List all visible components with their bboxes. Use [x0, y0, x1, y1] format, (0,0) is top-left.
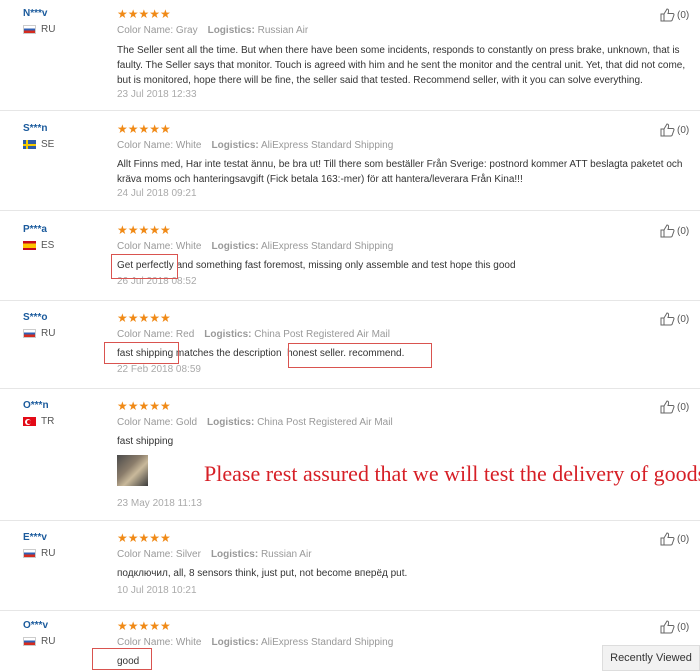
- flag-russia-icon: [23, 549, 36, 558]
- reviewer-name[interactable]: S***o: [23, 312, 47, 323]
- order-info: Color Name: Gray Logistics: Russian Air: [117, 25, 309, 36]
- thumbs-up-icon: [660, 123, 675, 137]
- review-date: 10 Jul 2018 10:21: [117, 585, 197, 596]
- helpful-button[interactable]: (0): [660, 123, 689, 137]
- reviewer-country: TR: [23, 416, 54, 427]
- thumbs-up-icon: [660, 312, 675, 326]
- rating-stars: ★★★★★: [117, 399, 171, 413]
- reviewer-name[interactable]: O***v: [23, 620, 48, 631]
- helpful-button[interactable]: (0): [660, 532, 689, 546]
- highlight-box: [111, 254, 178, 279]
- flag-russia-icon: [23, 25, 36, 34]
- reviewer-country: SE: [23, 139, 54, 150]
- review-text: Allt Finns med, Har inte testat ännu, be…: [117, 159, 683, 185]
- rating-stars: ★★★★★: [117, 531, 171, 545]
- review-text: The Seller sent all the time. But when t…: [117, 45, 686, 86]
- flag-spain-icon: [23, 241, 36, 250]
- order-info: Color Name: White Logistics: AliExpress S…: [117, 637, 394, 648]
- reviewer-country: RU: [23, 24, 55, 35]
- reviewer-name[interactable]: O***n: [23, 400, 49, 411]
- order-info: Color Name: Red Logistics: China Post Reg…: [117, 329, 390, 340]
- highlight-box: [92, 648, 152, 670]
- review-text: fast shipping: [117, 436, 174, 447]
- review-text: Get perfectly and something fast foremos…: [117, 260, 516, 271]
- thumbs-up-icon: [660, 8, 675, 22]
- order-info: Color Name: Silver Logistics: Russian Air: [117, 549, 312, 560]
- review-item: E***v RU ★★★★★ Color Name: Silver Logisti…: [0, 520, 700, 611]
- review-date: 24 Jul 2018 09:21: [117, 188, 197, 199]
- highlight-box: [104, 342, 179, 364]
- helpful-button[interactable]: (0): [660, 8, 689, 22]
- order-info: Color Name: Gold Logistics: China Post Re…: [117, 417, 393, 428]
- helpful-button[interactable]: (0): [660, 620, 689, 634]
- reviewer-country: RU: [23, 328, 55, 339]
- rating-stars: ★★★★★: [117, 7, 171, 21]
- recently-viewed-button[interactable]: Recently Viewed: [602, 645, 700, 671]
- rating-stars: ★★★★★: [117, 619, 171, 633]
- reviewer-name[interactable]: E***v: [23, 532, 47, 543]
- review-date: 23 Jul 2018 12:33: [117, 89, 197, 100]
- flag-sweden-icon: [23, 140, 36, 149]
- rating-stars: ★★★★★: [117, 311, 171, 325]
- review-item: N***v RU ★★★★★ Color Name: Gray Logistics…: [0, 0, 700, 111]
- review-item: S***n SE ★★★★★ Color Name: White Logistic…: [0, 110, 700, 211]
- thumbs-up-icon: [660, 400, 675, 414]
- helpful-button[interactable]: (0): [660, 312, 689, 326]
- review-date: 23 May 2018 11:13: [117, 498, 202, 509]
- review-date: 22 Feb 2018 08:59: [117, 364, 201, 375]
- reviewer-country: RU: [23, 548, 55, 559]
- review-text: подключил, all, 8 sensors think, just pu…: [117, 568, 408, 579]
- helpful-button[interactable]: (0): [660, 224, 689, 238]
- promo-overlay-text: Please rest assured that we will test th…: [204, 461, 700, 486]
- rating-stars: ★★★★★: [117, 122, 171, 136]
- reviewer-name[interactable]: S***n: [23, 123, 47, 134]
- flag-russia-icon: [23, 329, 36, 338]
- order-info: Color Name: White Logistics: AliExpress S…: [117, 241, 394, 252]
- thumbs-up-icon: [660, 532, 675, 546]
- reviewer-country: ES: [23, 240, 54, 251]
- flag-turkey-icon: [23, 417, 36, 426]
- helpful-button[interactable]: (0): [660, 400, 689, 414]
- reviewer-name[interactable]: P***a: [23, 224, 47, 235]
- flag-russia-icon: [23, 637, 36, 646]
- thumbs-up-icon: [660, 224, 675, 238]
- reviewer-name[interactable]: N***v: [23, 8, 47, 19]
- order-info: Color Name: White Logistics: AliExpress S…: [117, 140, 394, 151]
- rating-stars: ★★★★★: [117, 223, 171, 237]
- review-item: O***n TR ★★★★★ Color Name: Gold Logistics…: [0, 388, 700, 521]
- thumbs-up-icon: [660, 620, 675, 634]
- highlight-box: [288, 343, 432, 368]
- reviewer-country: RU: [23, 636, 55, 647]
- review-photo-thumbnail[interactable]: [117, 455, 148, 486]
- review-item: P***a ES ★★★★★ Color Name: White Logistic…: [0, 210, 700, 301]
